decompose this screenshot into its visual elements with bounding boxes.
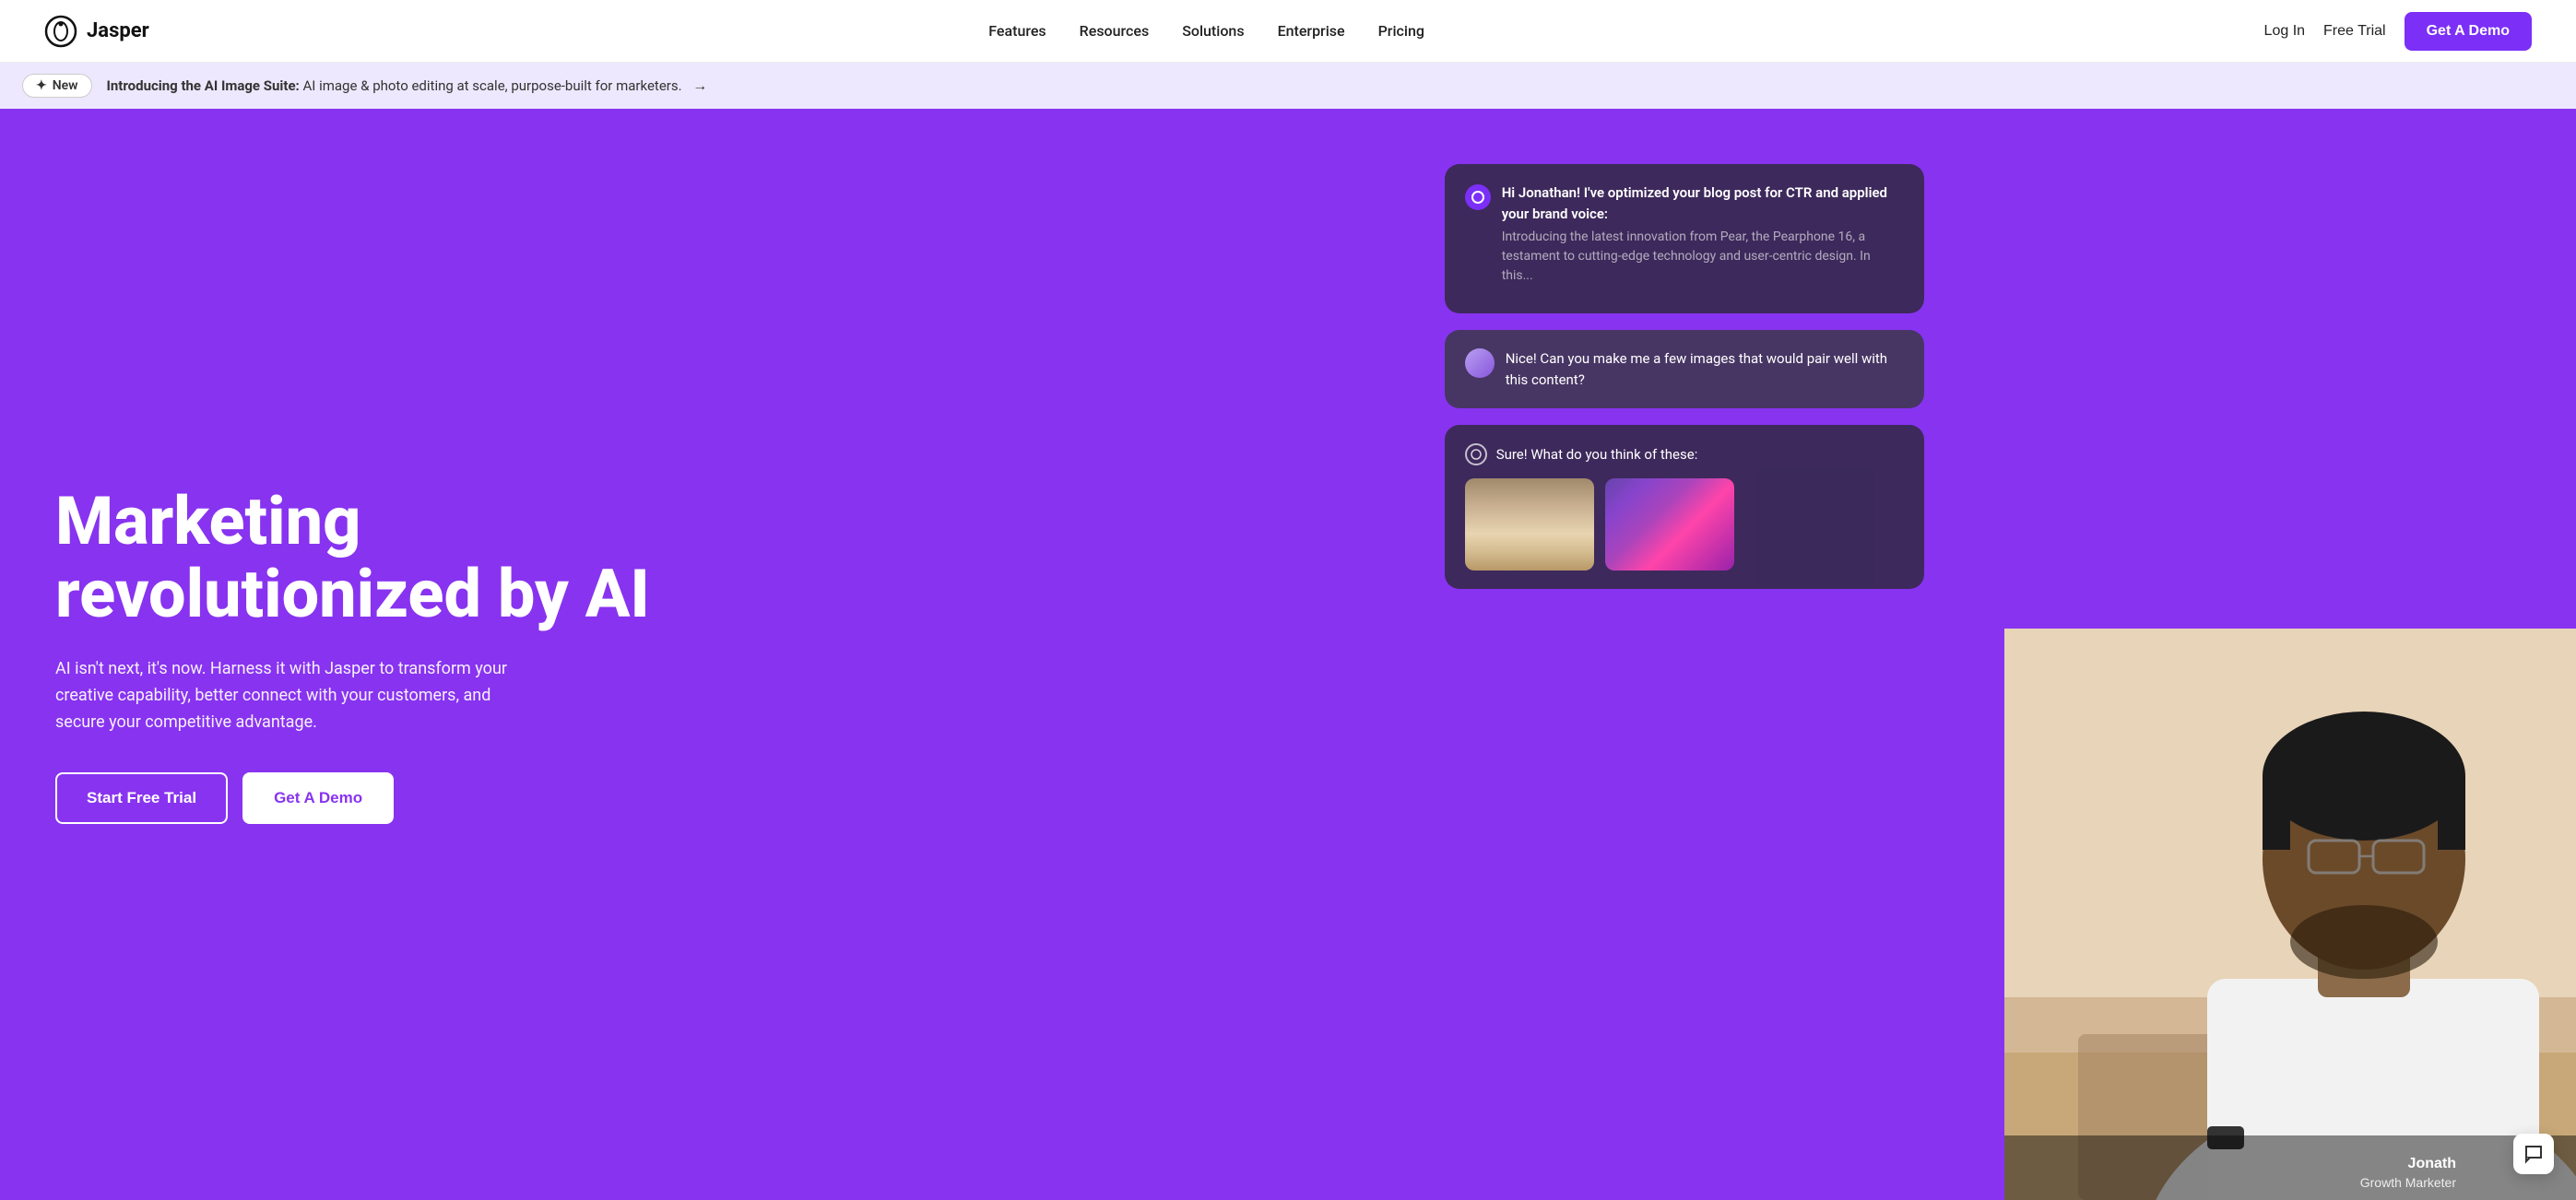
sparkle-icon: ✦ <box>36 78 47 93</box>
announcement-bar: ✦ New Introducing the AI Image Suite: AI… <box>0 63 2576 109</box>
hero-headline: Marketingrevolutionized by AI <box>55 485 1362 630</box>
svg-text:Jonath: Jonath <box>2408 1156 2456 1171</box>
chat-widget-icon <box>2523 1143 2545 1165</box>
new-badge-label: New <box>53 78 78 93</box>
hero-section: Marketingrevolutionized by AI AI isn't n… <box>0 109 2576 1200</box>
announcement-body: AI image & photo editing at scale, purpo… <box>300 77 682 94</box>
announcement-bold: Introducing the AI Image Suite: <box>107 77 300 94</box>
sure-icon-svg <box>1471 449 1482 460</box>
bubble2-text: Nice! Can you make me a few images that … <box>1506 348 1904 390</box>
bubble3-images <box>1465 478 1904 571</box>
announcement-arrow[interactable]: → <box>692 76 707 94</box>
hero-left: Marketingrevolutionized by AI AI isn't n… <box>0 109 1417 1200</box>
navbar-actions: Log In Free Trial Get A Demo <box>2264 12 2532 51</box>
bubble1-body: Introducing the latest innovation from P… <box>1502 228 1904 286</box>
ai-icon <box>1465 184 1491 210</box>
logo-icon <box>44 15 77 48</box>
user-avatar <box>1465 348 1495 378</box>
person-photo: Jonath Growth Marketer <box>2004 629 2576 1200</box>
generated-image-1 <box>1465 478 1594 571</box>
chat-bubble-1: Hi Jonathan! I've optimized your blog po… <box>1445 164 1924 313</box>
ai-icon-inner <box>1471 191 1484 204</box>
brand-logo[interactable]: Jasper <box>44 15 149 48</box>
start-free-trial-button[interactable]: Start Free Trial <box>55 772 228 824</box>
bubble1-header: Hi Jonathan! I've optimized your blog po… <box>1502 182 1904 224</box>
hero-right: Hi Jonathan! I've optimized your blog po… <box>1417 109 2576 1200</box>
login-button[interactable]: Log In <box>2264 23 2305 40</box>
nav-item-pricing[interactable]: Pricing <box>1378 22 1424 40</box>
navbar: Jasper Features Resources Solutions Ente… <box>0 0 2576 63</box>
get-demo-button[interactable]: Get A Demo <box>242 772 394 824</box>
chat-widget[interactable] <box>2513 1134 2554 1174</box>
generated-image-2 <box>1605 478 1734 571</box>
main-nav: Features Resources Solutions Enterprise … <box>988 22 1424 40</box>
bubble3-header: Sure! What do you think of these: <box>1496 444 1698 465</box>
user-avatar-inner <box>1465 348 1495 378</box>
nav-item-resources[interactable]: Resources <box>1080 22 1150 40</box>
svg-text:Growth Marketer: Growth Marketer <box>2360 1175 2457 1190</box>
free-trial-button[interactable]: Free Trial <box>2323 23 2386 40</box>
person-illustration: Jonath Growth Marketer <box>2004 629 2576 1200</box>
nav-item-enterprise[interactable]: Enterprise <box>1278 22 1345 40</box>
get-demo-nav-button[interactable]: Get A Demo <box>2405 12 2532 51</box>
hero-buttons: Start Free Trial Get A Demo <box>55 772 1362 824</box>
chat-bubble-2: Nice! Can you make me a few images that … <box>1445 330 1924 408</box>
chat-bubble-3: Sure! What do you think of these: <box>1445 425 1924 589</box>
hero-subtext: AI isn't next, it's now. Harness it with… <box>55 656 535 735</box>
nav-item-solutions[interactable]: Solutions <box>1182 22 1244 40</box>
nav-item-features[interactable]: Features <box>988 22 1046 40</box>
sure-icon <box>1465 443 1487 465</box>
bubble1-text: Hi Jonathan! I've optimized your blog po… <box>1502 182 1904 286</box>
chat-bubbles: Hi Jonathan! I've optimized your blog po… <box>1445 164 1924 589</box>
brand-name: Jasper <box>87 19 149 42</box>
announcement-text[interactable]: Introducing the AI Image Suite: AI image… <box>107 76 708 95</box>
new-badge: ✦ New <box>22 74 92 98</box>
